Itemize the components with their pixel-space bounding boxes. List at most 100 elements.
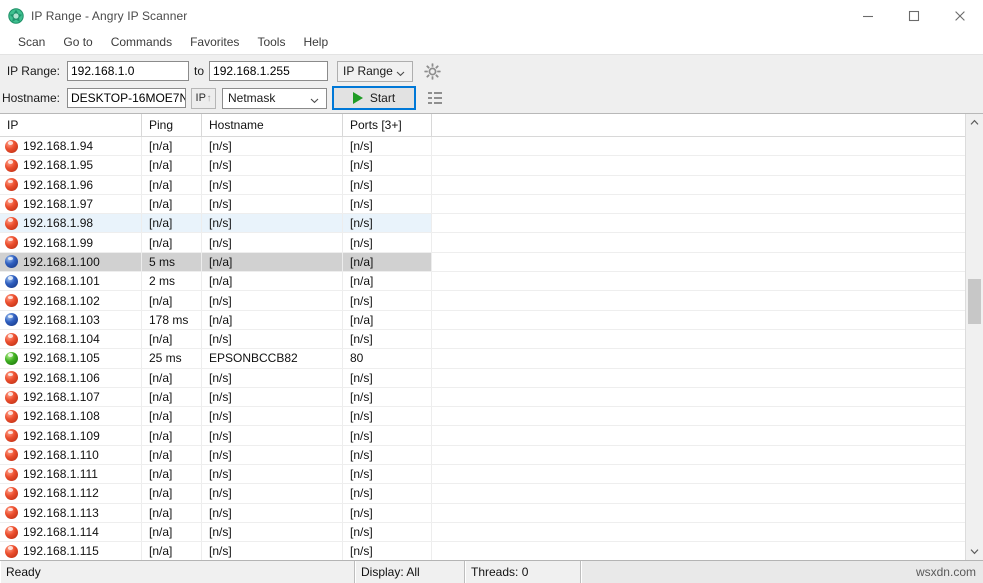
table-row[interactable]: 192.168.1.111[n/a][n/s][n/s] [0,465,983,484]
cell-ip-text: 192.168.1.112 [23,486,99,500]
cell-ping: [n/a] [142,330,202,348]
status-bar: Ready Display: All Threads: 0 wsxdn.com [0,560,983,583]
cell-hostname: [n/s] [202,426,343,444]
play-icon [353,92,363,104]
cell-ip-text: 192.168.1.106 [23,371,100,385]
menu-item-tools[interactable]: Tools [248,33,294,52]
table-row[interactable]: 192.168.1.95[n/a][n/s][n/s] [0,156,983,175]
table-row[interactable]: 192.168.1.115[n/a][n/s][n/s] [0,542,983,560]
cell-ip: 192.168.1.109 [0,426,142,444]
status-ball-blue-icon [5,275,18,288]
column-header-ping[interactable]: Ping [142,114,202,136]
cell-ip-text: 192.168.1.95 [23,158,93,172]
status-ball-red-icon [5,333,18,346]
cell-ping: [n/a] [142,195,202,213]
table-row[interactable]: 192.168.1.113[n/a][n/s][n/s] [0,504,983,523]
table-row[interactable]: 192.168.1.97[n/a][n/s][n/s] [0,195,983,214]
table-row[interactable]: 192.168.1.1012 ms[n/a][n/a] [0,272,983,291]
angry-ip-scanner-logo-icon [8,8,24,24]
watermark-text: wsxdn.com [916,565,976,579]
cell-hostname: [n/s] [202,388,343,406]
cell-ping: [n/a] [142,465,202,483]
menu-item-go-to[interactable]: Go to [54,33,101,52]
table-row[interactable]: 192.168.1.114[n/a][n/s][n/s] [0,523,983,542]
table-row[interactable]: 192.168.1.103178 ms[n/a][n/a] [0,311,983,330]
status-ball-blue-icon [5,255,18,268]
cell-hostname: [n/s] [202,176,343,194]
column-header-ip[interactable]: IP [0,114,142,136]
title-bar: IP Range - Angry IP Scanner [0,0,983,31]
cell-ip: 192.168.1.115 [0,542,142,560]
cell-ip: 192.168.1.95 [0,156,142,174]
table-row[interactable]: 192.168.1.108[n/a][n/s][n/s] [0,407,983,426]
table-row[interactable]: 192.168.1.94[n/a][n/s][n/s] [0,137,983,156]
table-row[interactable]: 192.168.1.99[n/a][n/s][n/s] [0,233,983,252]
status-ball-green-icon [5,352,18,365]
table-row[interactable]: 192.168.1.10525 msEPSONBCCB8280 [0,349,983,368]
cell-spacer [432,233,983,251]
maximize-button[interactable] [891,0,937,31]
list-fetchers-icon[interactable] [426,89,444,107]
table-row[interactable]: 192.168.1.104[n/a][n/s][n/s] [0,330,983,349]
status-ready: Ready [0,561,355,583]
scrollbar-thumb[interactable] [968,279,981,324]
close-button[interactable] [937,0,983,31]
table-header-row: IP Ping Hostname Ports [3+] [0,114,983,137]
cell-ip-text: 192.168.1.109 [23,429,100,443]
cell-ports: [n/s] [343,523,432,541]
status-ball-red-icon [5,448,18,461]
cell-ip-text: 192.168.1.101 [23,274,100,288]
cell-ping: [n/a] [142,291,202,309]
cell-ip: 192.168.1.98 [0,214,142,232]
menu-item-commands[interactable]: Commands [102,33,181,52]
cell-hostname: [n/s] [202,369,343,387]
column-header-spacer [432,114,983,136]
table-row[interactable]: 192.168.1.106[n/a][n/s][n/s] [0,369,983,388]
menu-bar: Scan Go to Commands Favorites Tools Help [0,31,983,54]
vertical-scrollbar[interactable] [965,114,983,560]
status-ball-red-icon [5,217,18,230]
toolbar-row-ip-range: IP Range: 192.168.1.0 to 192.168.1.255 I… [0,59,983,83]
cell-ports: [n/s] [343,233,432,251]
chevron-up-icon[interactable] [966,114,983,131]
cell-ports: [n/s] [343,291,432,309]
table-row[interactable]: 192.168.1.110[n/a][n/s][n/s] [0,446,983,465]
cell-ping: [n/a] [142,137,202,155]
table-row[interactable]: 192.168.1.1005 ms[n/a][n/a] [0,253,983,272]
cell-ip: 192.168.1.108 [0,407,142,425]
netmask-select[interactable]: Netmask [222,88,327,109]
menu-item-scan[interactable]: Scan [9,33,54,52]
cell-hostname: [n/s] [202,195,343,213]
table-row[interactable]: 192.168.1.98[n/a][n/s][n/s] [0,214,983,233]
cell-ip-text: 192.168.1.97 [23,197,93,211]
table-row[interactable]: 192.168.1.107[n/a][n/s][n/s] [0,388,983,407]
menu-item-help[interactable]: Help [294,33,337,52]
cell-ping: 25 ms [142,349,202,367]
menu-item-favorites[interactable]: Favorites [181,33,248,52]
cell-spacer [432,446,983,464]
table-row[interactable]: 192.168.1.96[n/a][n/s][n/s] [0,176,983,195]
column-header-hostname[interactable]: Hostname [202,114,343,136]
ip-range-start-input[interactable]: 192.168.1.0 [67,61,189,81]
status-ball-red-icon [5,159,18,172]
range-type-select[interactable]: IP Range [337,61,413,82]
status-ball-red-icon [5,178,18,191]
table-row[interactable]: 192.168.1.112[n/a][n/s][n/s] [0,484,983,503]
start-button[interactable]: Start [332,86,416,110]
chevron-down-icon[interactable] [966,543,983,560]
ip-up-button[interactable]: IP↑ [191,88,216,109]
cell-ip-text: 192.168.1.108 [23,409,100,423]
column-header-ports[interactable]: Ports [3+] [343,114,432,136]
gear-icon[interactable] [423,62,441,80]
cell-spacer [432,330,983,348]
table-row[interactable]: 192.168.1.109[n/a][n/s][n/s] [0,426,983,445]
status-ball-red-icon [5,294,18,307]
status-ball-red-icon [5,391,18,404]
table-row[interactable]: 192.168.1.102[n/a][n/s][n/s] [0,291,983,310]
hostname-input[interactable]: DESKTOP-16MOE7N [67,88,186,108]
cell-ping: [n/a] [142,176,202,194]
minimize-button[interactable] [845,0,891,31]
cell-ip: 192.168.1.105 [0,349,142,367]
ip-range-end-input[interactable]: 192.168.1.255 [209,61,328,81]
to-label: to [189,64,209,78]
